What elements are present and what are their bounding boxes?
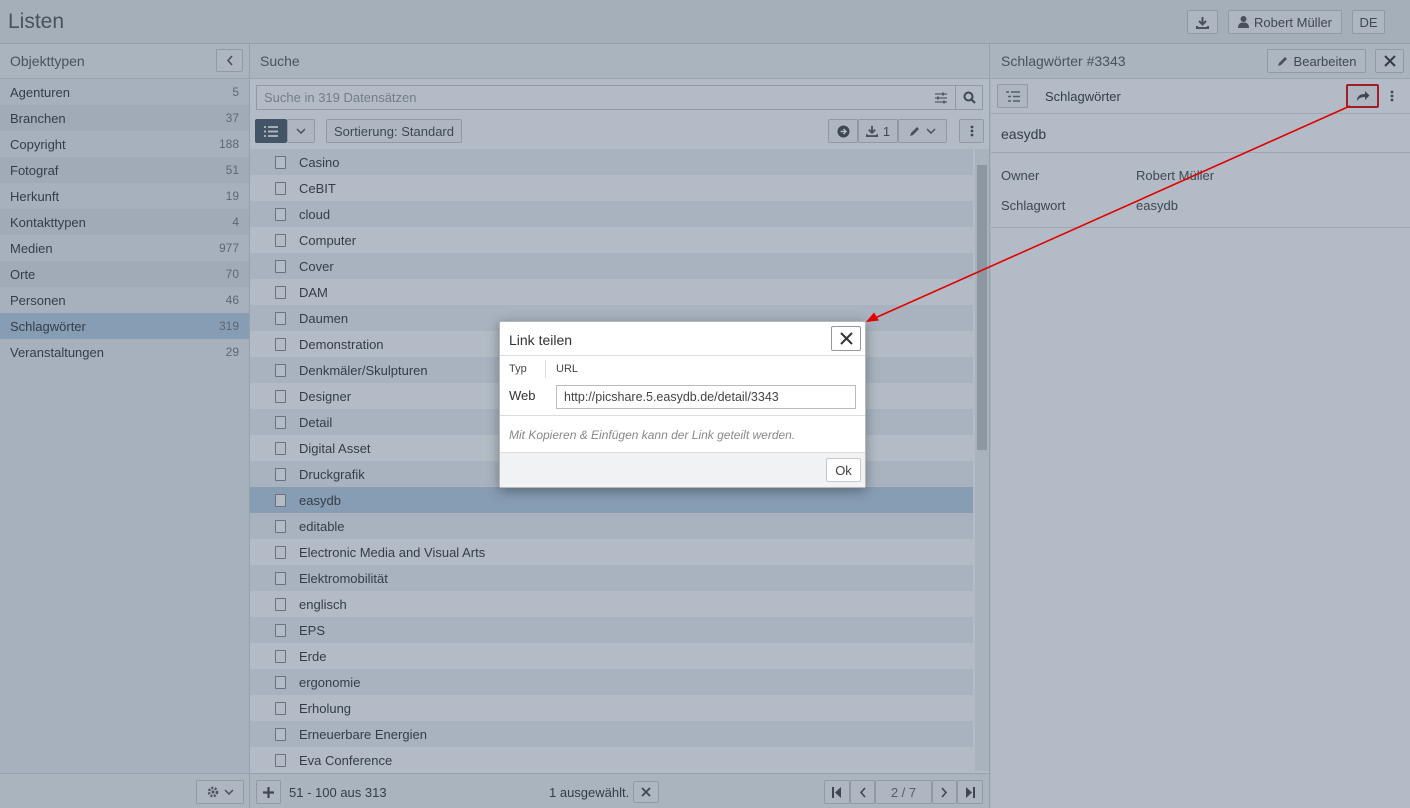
col-url-header: URL [556,363,579,375]
close-icon [839,332,853,345]
dialog-hint: Mit Kopieren & Einfügen kann der Link ge… [509,428,796,442]
url-field[interactable]: http://picshare.5.easydb.de/detail/3343 [556,385,856,409]
row-label-web: Web [509,388,536,403]
dialog-title: Link teilen [509,332,573,348]
share-link-dialog: Link teilen Typ URL Web http://picshare.… [499,321,866,488]
ok-button[interactable]: Ok [826,458,861,482]
dialog-close-button[interactable] [831,326,861,351]
col-type-header: Typ [509,363,527,375]
